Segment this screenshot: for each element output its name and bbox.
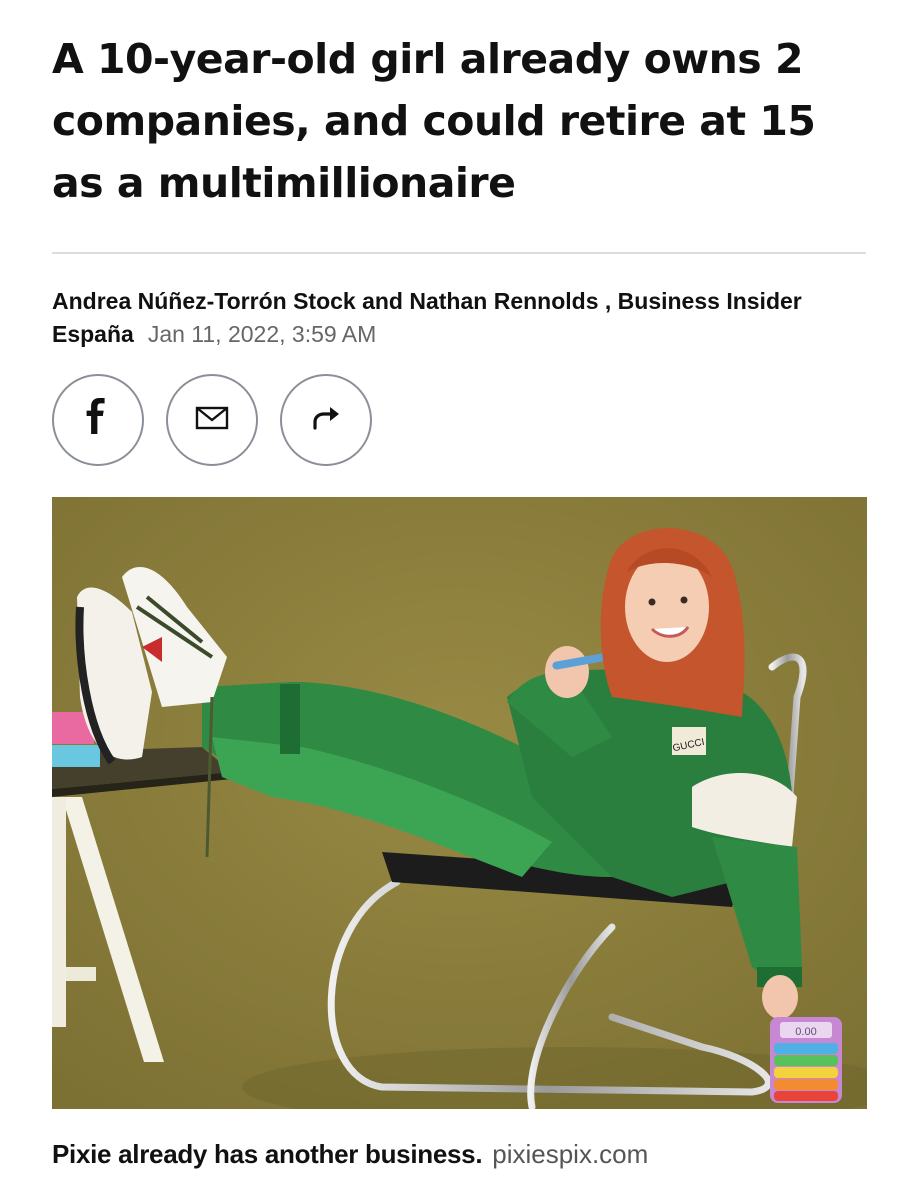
caption-text: Pixie already has another business. bbox=[52, 1139, 483, 1169]
publish-date: Jan 11, 2022, 3:59 AM bbox=[147, 321, 377, 347]
mail-icon bbox=[195, 405, 229, 436]
headline-divider bbox=[52, 252, 866, 254]
share-arrow-icon bbox=[311, 404, 341, 437]
share-link-button[interactable] bbox=[280, 374, 372, 466]
share-email-button[interactable] bbox=[166, 374, 258, 466]
popit-calculator: 0.00 bbox=[770, 1017, 842, 1103]
photo-credit: pixiespix.com bbox=[492, 1139, 649, 1169]
calculator-display: 0.00 bbox=[795, 1026, 816, 1038]
article-headline: A 10-year-old girl already owns 2 compan… bbox=[52, 35, 816, 207]
share-buttons bbox=[52, 374, 372, 466]
share-facebook-button[interactable] bbox=[52, 374, 144, 466]
facebook-icon bbox=[83, 397, 113, 443]
byline: Andrea Núñez-Torrón Stock and Nathan Ren… bbox=[52, 285, 866, 351]
article-photo: GUCCI 0.00 bbox=[52, 497, 867, 1109]
photo-caption: Pixie already has another business. pixie… bbox=[52, 1134, 866, 1174]
